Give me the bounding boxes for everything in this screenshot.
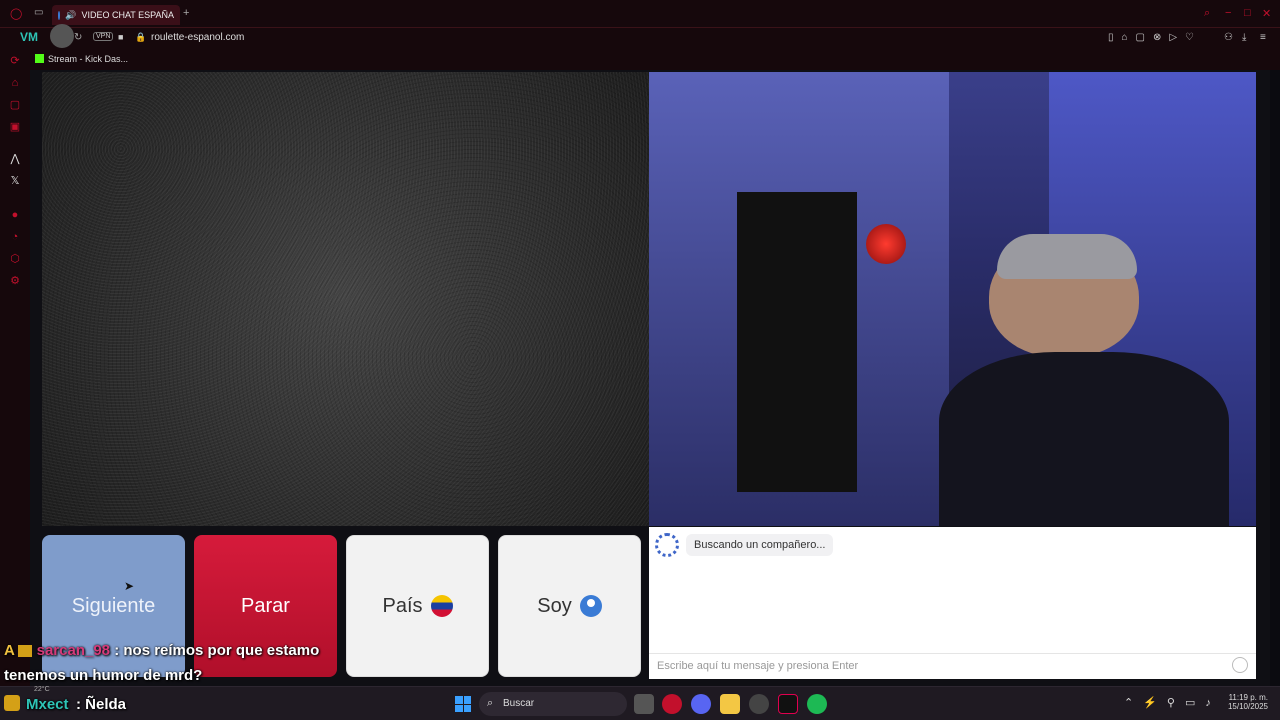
address-bar: VM ↻ VPN ■ 🔒 roulette-espanol.com ▯⌂▢⊗▷♡… xyxy=(0,24,1280,50)
clock[interactable]: 11:19 p. m. 15/10/2025 xyxy=(1224,693,1268,711)
windows-taskbar: 22°C Mxect : Ñelda ⌕ Buscar ⌃⚡⚲▭♪ 11:19 … xyxy=(0,686,1280,720)
emoji-icon[interactable] xyxy=(1232,657,1248,673)
player-icon[interactable]: ● xyxy=(8,208,22,222)
mail-icon[interactable]: ▣ xyxy=(8,120,22,134)
discord-icon[interactable] xyxy=(691,694,711,714)
bag-icon[interactable]: ⌂ xyxy=(8,76,22,90)
url-field[interactable]: roulette-espanol.com xyxy=(151,32,244,43)
search-icon: ⌕ xyxy=(487,697,494,709)
chat-input[interactable]: Escribe aquí tu mensaje y presiona Enter xyxy=(649,653,1256,679)
speaker-icon: 🔊 xyxy=(65,9,77,20)
account-icon[interactable]: ⚇ xyxy=(1224,32,1233,43)
pc-case xyxy=(737,192,857,492)
overlay-message-3: : Ñelda xyxy=(76,696,127,713)
beanie xyxy=(997,234,1137,279)
venezuela-flag-icon xyxy=(430,595,453,617)
ai-icon[interactable]: ⋀ xyxy=(8,152,22,166)
aria-icon[interactable]: ⟳ xyxy=(8,54,22,68)
new-tab-button[interactable]: + xyxy=(183,7,189,19)
weather-temp: 22°C xyxy=(34,686,50,693)
overlay-chat-line: A sarcan_98 : nos reímos por que estamo xyxy=(4,642,319,659)
gender-label: Soy xyxy=(537,594,572,617)
country-label: País xyxy=(382,594,423,617)
weather-icon[interactable] xyxy=(4,695,20,711)
opera-logo-icon[interactable]: ◯ xyxy=(10,7,22,20)
extensions-icon[interactable]: ⬡ xyxy=(8,252,22,266)
overlay-message-1: : nos reímos por que estamo xyxy=(114,642,320,659)
next-label: Siguiente xyxy=(71,594,156,617)
sub-badge-icon xyxy=(18,645,33,658)
tiktok-icon[interactable] xyxy=(778,694,798,714)
camera-icon[interactable]: ■ xyxy=(118,32,123,42)
toolbar-icons[interactable]: ▯⌂▢⊗▷♡ xyxy=(1108,32,1202,43)
download-icon[interactable]: ⤓ xyxy=(1242,32,1246,43)
tab-title: VIDEO CHAT ESPAÑA xyxy=(81,10,174,20)
lock-icon: 🔒 xyxy=(135,32,147,42)
messenger-icon[interactable]: ▢ xyxy=(8,98,22,112)
user-icon xyxy=(579,595,602,617)
site-favicon-icon xyxy=(58,10,61,20)
opera-gx-icon[interactable] xyxy=(662,694,682,714)
country-button[interactable]: País xyxy=(346,535,489,677)
tab-video-chat[interactable]: 🔊 VIDEO CHAT ESPAÑA xyxy=(52,5,180,25)
x-icon[interactable]: 𝕏 xyxy=(8,174,22,188)
streamer-avatar xyxy=(50,24,74,48)
file-explorer-icon[interactable] xyxy=(720,694,740,714)
close-icon[interactable]: ✕ xyxy=(1262,7,1271,20)
bookmarks-bar: Stream - Kick Das... xyxy=(0,50,1280,70)
gender-button[interactable]: Soy xyxy=(498,535,641,677)
vpn-badge[interactable]: VPN xyxy=(93,32,114,41)
red-light xyxy=(866,224,906,264)
browser-tab-bar: ◯ ▭ 🔊 VIDEO CHAT ESPAÑA + ⌕ − □ ✕ xyxy=(0,0,1280,28)
stop-label: Parar xyxy=(241,594,290,617)
taskbar-search[interactable]: ⌕ Buscar xyxy=(479,692,627,716)
history-icon[interactable]: ◔ xyxy=(8,230,22,244)
badge-icon: A xyxy=(4,642,15,659)
kick-icon xyxy=(35,54,44,63)
spotify-icon[interactable] xyxy=(807,694,827,714)
search-label: Buscar xyxy=(503,698,535,709)
windows-start-icon[interactable] xyxy=(455,696,471,712)
tab-manager-icon[interactable]: ▭ xyxy=(34,7,43,18)
task-view-icon[interactable] xyxy=(634,694,654,714)
partner-video xyxy=(42,72,649,526)
minimize-icon[interactable]: − xyxy=(1225,7,1231,19)
person-body xyxy=(939,352,1229,526)
system-tray-icons[interactable]: ⌃⚡⚲▭♪ xyxy=(1124,696,1221,709)
maximize-icon[interactable]: □ xyxy=(1244,7,1251,19)
channel-logo-icon: VM xyxy=(20,30,38,44)
own-webcam-video xyxy=(649,72,1256,526)
menu-icon[interactable]: ≡ xyxy=(1260,32,1266,43)
overlay-username: sarcan_98 xyxy=(36,642,111,659)
overlay-message-2: tenemos un humor de mrd? xyxy=(4,667,203,684)
search-icon[interactable]: ⌕ xyxy=(1204,7,1210,20)
bookmark-link[interactable]: Stream - Kick Das... xyxy=(48,54,128,64)
clock-date: 15/10/2025 xyxy=(1227,702,1268,711)
browser-sidebar: ⟳ ⌂ ▢ ▣ ⋀ 𝕏 ● ◔ ⬡ ⚙ xyxy=(0,50,30,686)
overlay-username-2: Mxect xyxy=(26,696,69,713)
steam-icon[interactable] xyxy=(749,694,769,714)
settings-icon[interactable]: ⚙ xyxy=(8,274,22,288)
clock-time: 11:19 p. m. xyxy=(1228,693,1268,702)
reload-icon[interactable]: ↻ xyxy=(74,32,82,43)
chat-status-message: Buscando un compañero... xyxy=(686,534,834,556)
site-logo-icon xyxy=(655,533,679,557)
mouse-cursor-icon: ➤ xyxy=(124,579,135,593)
